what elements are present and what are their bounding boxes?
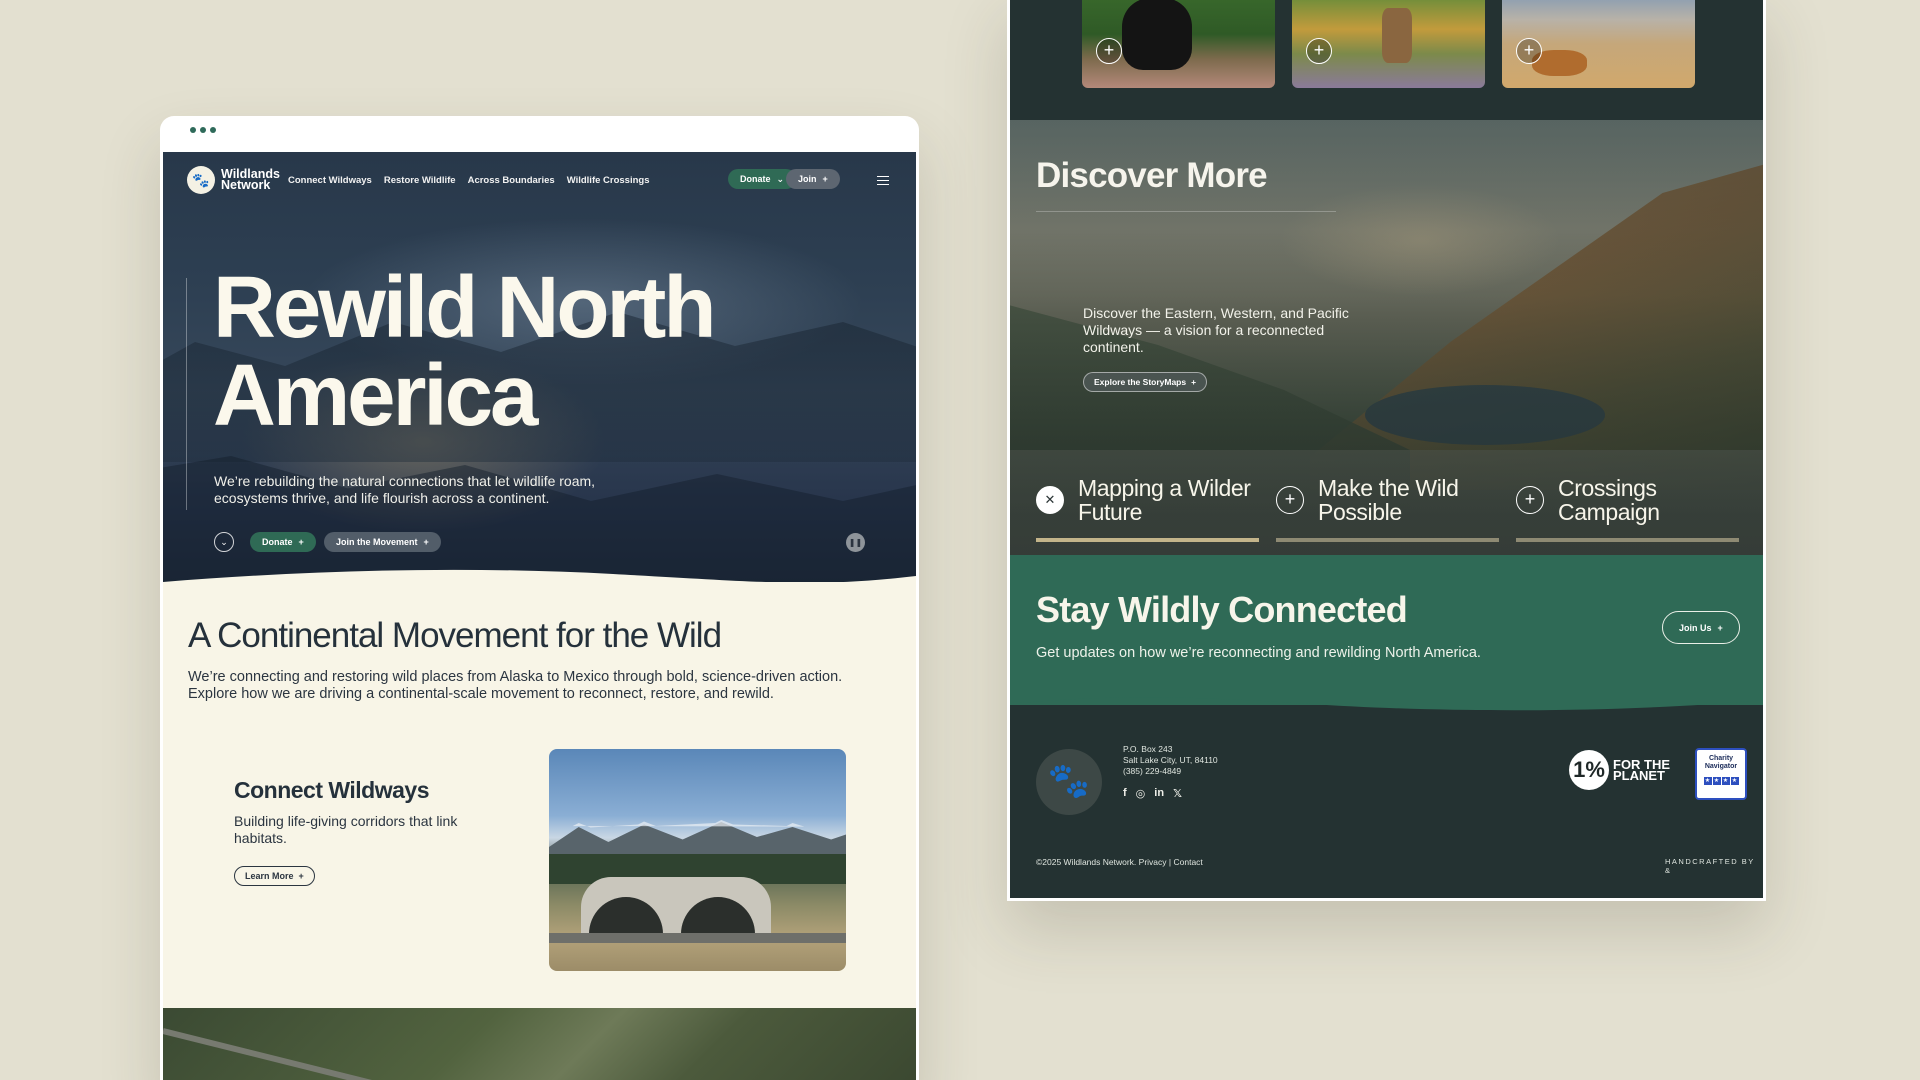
hero-donate-button[interactable]: Donate + [250,532,316,552]
paw-logo-icon: 🐾 [187,166,215,194]
intro-title: A Continental Movement for the Wild [188,616,722,655]
plus-icon[interactable]: + [1516,38,1542,64]
hero-wave-divider [163,569,916,602]
plus-icon[interactable]: + [1516,486,1544,514]
contact-link[interactable]: Contact [1174,857,1203,867]
newsletter-wave-divider [1010,690,1763,711]
copyright-text: ©2025 Wildlands Network. [1036,857,1137,867]
join-us-button[interactable]: Join Us + [1662,611,1740,644]
discover-divider [1036,211,1336,212]
address-line2: Salt Lake City, UT, 84110 [1123,755,1218,765]
scroll-down-icon[interactable]: ⌄ [214,532,234,552]
nav-join-label: Join [798,174,817,184]
nav-link-connect-wildways[interactable]: Connect Wildways [288,175,372,186]
nav-join-button[interactable]: Join + [786,169,840,189]
social-links: f ◎ in 𝕏 [1123,787,1182,800]
rating-stars-icon: ★ ★ ★ ★ [1703,777,1739,785]
coyote-photo[interactable]: + [1292,0,1485,88]
phone-number: (385) 229-4849 [1123,766,1182,776]
hero-subtitle: We’re rebuilding the natural connections… [214,473,596,506]
charity-navigator-name: Charity Navigator [1704,755,1738,770]
hero-divider-line [186,278,187,510]
newsletter-title: Stay Wildly Connected [1036,589,1408,630]
connect-wildways-body: Building life-giving corridors that link… [234,813,458,846]
join-movement-button[interactable]: Join the Movement + [324,532,441,552]
chevron-down-icon: ⌄ [776,173,785,184]
hero-donate-label: Donate [262,537,293,547]
explore-storymaps-label: Explore the StoryMaps [1094,377,1187,387]
linkedin-icon[interactable]: in [1154,787,1164,800]
tab-progress-bar [1516,538,1739,542]
pronghorn-photo[interactable]: + [1502,0,1695,88]
discover-title: Discover More [1036,156,1268,195]
nav-links: Connect Wildways Restore Wildlife Across… [288,175,650,186]
plus-icon: + [1717,622,1723,633]
brand-logo[interactable]: 🐾 Wildlands Network [187,166,280,194]
site-nav: 🐾 Wildlands Network Connect Wildways Res… [163,152,916,206]
nav-link-across-boundaries[interactable]: Across Boundaries [468,175,555,186]
onepct-line2: PLANET [1613,768,1665,783]
brand-name-line2: Network [221,178,271,192]
paw-logo-icon[interactable]: 🐾 [1036,749,1102,815]
plus-icon: + [298,871,304,881]
nav-link-wildlife-crossings[interactable]: Wildlife Crossings [567,175,650,186]
plus-icon[interactable]: + [1096,38,1122,64]
bear-cubs-photo[interactable]: + [1082,0,1275,88]
one-percent-for-the-planet-logo[interactable]: 1% FOR THE PLANET [1569,750,1670,790]
plus-icon[interactable]: + [1276,486,1304,514]
left-browser-mockup: 🐾 Wildlands Network Connect Wildways Res… [160,116,919,1080]
homepage-screen: 🐾 Wildlands Network Connect Wildways Res… [163,152,916,1080]
footer-address: P.O. Box 243 Salt Lake City, UT, 84110 (… [1123,744,1218,777]
privacy-link[interactable]: Privacy [1139,857,1167,867]
x-icon[interactable]: 𝕏 [1173,787,1182,800]
join-movement-label: Join the Movement [336,537,418,547]
handcrafted-text: HANDCRAFTED BY [1665,857,1755,866]
charity-navigator-badge[interactable]: Charity Navigator ★ ★ ★ ★ [1695,748,1747,800]
hero-title: Rewild North America [213,259,717,444]
plus-icon: + [298,537,304,547]
footer-screen: + + + Discover More Discover the Eastern… [1010,0,1763,898]
tab-label: Make the Wild Possible [1318,475,1459,525]
tab-label: Mapping a Wilder Future [1078,475,1251,525]
facebook-icon[interactable]: f [1123,787,1127,800]
plus-icon: + [423,537,429,547]
learn-more-label: Learn More [245,871,294,881]
tab-progress-bar [1036,538,1259,542]
wildlife-bridge-photo [549,749,846,971]
plus-icon: + [822,174,828,184]
close-icon[interactable]: ✕ [1036,486,1064,514]
nav-link-restore-wildlife[interactable]: Restore Wildlife [384,175,456,186]
intro-body: We’re connecting and restoring wild plac… [188,669,843,702]
tab-progress-bar [1276,538,1499,542]
instagram-icon[interactable]: ◎ [1136,787,1146,800]
newsletter-body: Get updates on how we’re reconnecting an… [1036,645,1481,661]
handcrafted-credit[interactable]: HANDCRAFTED BY & [1665,857,1763,875]
tab-label: Crossings Campaign [1558,475,1660,525]
plus-icon[interactable]: + [1306,38,1332,64]
pause-video-icon[interactable]: ❚❚ [846,533,865,552]
discover-body: Discover the Eastern, Western, and Pacif… [1083,305,1349,355]
aerial-landscape-photo [163,1008,916,1080]
connect-wildways-title: Connect Wildways [234,777,430,803]
copyright-line: ©2025 Wildlands Network. Privacy | Conta… [1036,857,1203,867]
join-us-label: Join Us [1679,622,1712,633]
one-percent-badge-icon: 1% [1569,750,1609,790]
hamburger-menu-icon[interactable] [877,176,889,185]
learn-more-button[interactable]: Learn More + [234,866,315,886]
right-browser-mockup: + + + Discover More Discover the Eastern… [1007,0,1766,901]
plus-icon: + [1191,377,1197,387]
ampersand-logo-icon: & [1665,866,1672,875]
explore-storymaps-button[interactable]: Explore the StoryMaps + [1083,372,1208,392]
window-dots [190,127,216,133]
nav-donate-label: Donate [740,174,771,184]
address-line1: P.O. Box 243 [1123,744,1173,754]
